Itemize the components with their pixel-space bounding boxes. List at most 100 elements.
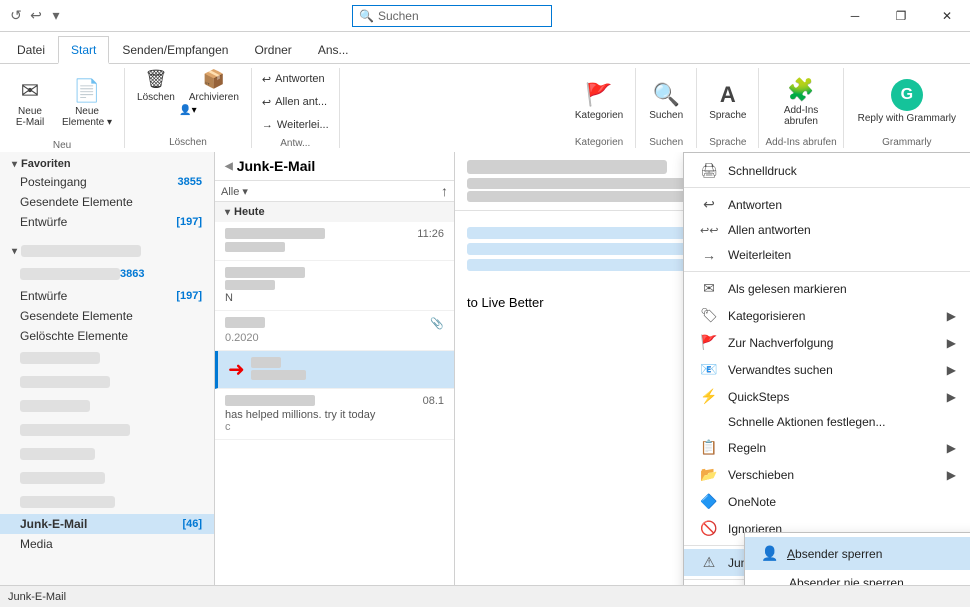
suchen-button[interactable]: 🔍 Suchen <box>642 68 690 135</box>
undo-button[interactable]: ↩ <box>28 8 44 24</box>
grammarly-button[interactable]: G Reply with Grammarly <box>850 68 964 135</box>
neue-email-button[interactable]: ✉ NeueE-Mail <box>6 68 54 138</box>
email-item-5[interactable]: 08.1 has helped millions. try it today c <box>215 389 454 440</box>
restore-button[interactable]: ❐ <box>878 0 924 32</box>
neue-elemente-label: NeueElemente ▾ <box>62 106 112 128</box>
kategorien-label: Kategorien <box>575 110 623 121</box>
sidebar-item-gesendete[interactable]: Gesendete Elemente <box>0 192 214 212</box>
neue-email-label: NeueE-Mail <box>16 106 44 128</box>
print-icon: 🖨 <box>700 162 718 179</box>
ctx-gelesen[interactable]: ✉ Als gelesen markieren <box>684 275 970 302</box>
posteingang2-header[interactable]: ▾ <box>0 236 214 262</box>
close-button[interactable]: ✕ <box>924 0 970 32</box>
ctx-weiterleiten[interactable]: → Weiterleiten <box>684 242 970 268</box>
tab-ansicht[interactable]: Ans... <box>305 35 362 63</box>
tab-senden-empfangen[interactable]: Senden/Empfangen <box>109 35 241 63</box>
ctx-onenote[interactable]: 🔷 OneNote <box>684 488 970 515</box>
ctx-kategorisieren[interactable]: 🏷 Kategorisieren ▶ <box>684 302 970 329</box>
sidebar-item-blurred2[interactable] <box>0 370 214 394</box>
sidebar-item-gesendete2[interactable]: Gesendete Elemente <box>0 306 214 326</box>
sort-icon[interactable]: ↑ <box>441 183 448 199</box>
kategorien-icon: 🚩 <box>585 82 612 108</box>
archivieren-label: Archivieren <box>189 92 239 103</box>
kategorien-button[interactable]: 🚩 Kategorien <box>569 68 629 135</box>
neu-buttons: ✉ NeueE-Mail 📄 NeueElemente ▾ <box>6 68 118 138</box>
entwuerfe2-count: [197] <box>176 290 202 302</box>
ctx-verschieben[interactable]: 📂 Verschieben ▶ <box>684 461 970 488</box>
sidebar-item-posteingang2[interactable]: 3863 <box>0 262 214 286</box>
gesendete-label: Gesendete Elemente <box>20 195 202 209</box>
ribbon-group-addins: 🧩 Add-Insabrufen Add-Ins abrufen <box>759 68 843 148</box>
favoriten-chevron: ▾ <box>12 159 17 170</box>
minimize-button[interactable]: ─ <box>832 0 878 32</box>
subject1-blurred <box>225 242 285 252</box>
sprache-button[interactable]: A Sprache <box>703 68 752 135</box>
addins-button[interactable]: 🧩 Add-Insabrufen <box>777 68 825 135</box>
quicksteps-arrow: ▶ <box>947 390 956 404</box>
quick-steps-icon: ⚡ <box>700 388 718 405</box>
loeschen-group-label: Löschen <box>169 135 207 148</box>
ctx-schnelle-aktionen[interactable]: Schnelle Aktionen festlegen... <box>684 410 970 434</box>
ribbon-group-loeschen: 🗑 Löschen 📦 Archivieren 👤▾ Löschen <box>125 68 252 148</box>
weiterleiten-button[interactable]: → Weiterlei... <box>258 114 333 136</box>
email-icon: ✉ <box>21 78 39 104</box>
ctx-antworten[interactable]: ↩ Antworten <box>684 191 970 218</box>
tab-start[interactable]: Start <box>58 36 109 64</box>
sidebar-item-blurred7[interactable] <box>0 490 214 514</box>
ctx-schnelldruck[interactable]: 🖨 Schnelldruck <box>684 157 970 184</box>
tab-datei[interactable]: Datei <box>4 35 58 63</box>
ctx-allen-antworten[interactable]: ↩↩ Allen antworten <box>684 218 970 242</box>
nachverfolgung-arrow: ▶ <box>947 336 956 350</box>
submenu-absender-sperren[interactable]: 👤 Absender sperren ← <box>745 537 970 570</box>
ctx-verwandtes[interactable]: 📧 Verwandtes suchen ▶ <box>684 356 970 383</box>
email-item-2[interactable]: N <box>215 261 454 311</box>
sidebar-item-blurred3[interactable] <box>0 394 214 418</box>
sidebar-item-blurred6[interactable] <box>0 466 214 490</box>
onenote-icon: 🔷 <box>700 493 718 510</box>
loeschen-row: 🗑 Löschen 📦 Archivieren <box>131 68 245 103</box>
submenu-absender-nie-sperren[interactable]: Absender nie sperren <box>745 570 970 585</box>
sidebar-item-entwuerfe[interactable]: Entwürfe [197] <box>0 212 214 232</box>
ctx-quicksteps[interactable]: ⚡ QuickSteps ▶ <box>684 383 970 410</box>
email-item-3[interactable]: 📎 0.2020 <box>215 311 454 351</box>
sidebar-item-media[interactable]: Media <box>0 534 214 554</box>
email-item-1[interactable]: 11:26 <box>215 222 454 261</box>
archivieren-button[interactable]: 📦 Archivieren <box>183 68 245 103</box>
blurred3 <box>20 400 90 412</box>
refresh-button[interactable]: ↺ <box>8 8 24 24</box>
flag-icon: 🚩 <box>700 334 718 351</box>
email-item-5-header: 08.1 <box>225 395 444 407</box>
grammarly-icon: G <box>891 79 923 111</box>
loeschen-button[interactable]: 🗑 Löschen <box>131 68 181 103</box>
ctx-regeln[interactable]: 📋 Regeln ▶ <box>684 434 970 461</box>
tab-ordner[interactable]: Ordner <box>241 35 304 63</box>
antworten-column: ↩ Antworten ↩ Allen ant... → Weiterlei..… <box>258 68 333 136</box>
sidebar-item-posteingang[interactable]: Posteingang 3855 <box>0 172 214 192</box>
sidebar-item-entwuerfe2[interactable]: Entwürfe [197] <box>0 286 214 306</box>
ctx-quicksteps-label: QuickSteps <box>728 390 789 404</box>
all-filter[interactable]: Alle ▾ <box>221 185 441 198</box>
favoriten-header[interactable]: ▾ Favoriten <box>0 152 214 172</box>
quick-access-dropdown[interactable]: ▾ <box>48 8 64 24</box>
search-box[interactable]: 🔍 Suchen <box>352 5 552 27</box>
sprache-group-label: Sprache <box>709 135 746 148</box>
reply-with-grammarly-label: Reply with Grammarly <box>858 113 956 124</box>
email-group-heute: ▾ Heute <box>215 202 454 222</box>
sidebar-item-blurred1[interactable] <box>0 346 214 370</box>
sidebar-item-geloeschte[interactable]: Gelöschte Elemente <box>0 326 214 346</box>
collapse-btn[interactable]: ◀ <box>225 161 233 172</box>
neue-elemente-button[interactable]: 📄 NeueElemente ▾ <box>56 68 118 138</box>
sprache-icon: A <box>720 82 736 108</box>
allen-antworten-button[interactable]: ↩ Allen ant... <box>258 91 333 113</box>
sidebar-item-junk[interactable]: Junk-E-Mail [46] <box>0 514 214 534</box>
email-list-title: Junk-E-Mail <box>237 158 316 174</box>
status-bar: Junk-E-Mail <box>0 585 970 607</box>
email-item-4-content <box>251 357 444 382</box>
ctx-nachverfolgung[interactable]: 🚩 Zur Nachverfolgung ▶ <box>684 329 970 356</box>
email-item-4[interactable]: ➜ <box>215 351 454 389</box>
antworten-button[interactable]: ↩ Antworten <box>258 68 333 90</box>
sidebar-item-blurred4[interactable] <box>0 418 214 442</box>
sidebar-item-blurred5[interactable] <box>0 442 214 466</box>
email-list: ◀ Junk-E-Mail Alle ▾ ↑ ▾ Heute 11:26 N <box>215 152 455 585</box>
rules-icon: 📋 <box>700 439 718 456</box>
